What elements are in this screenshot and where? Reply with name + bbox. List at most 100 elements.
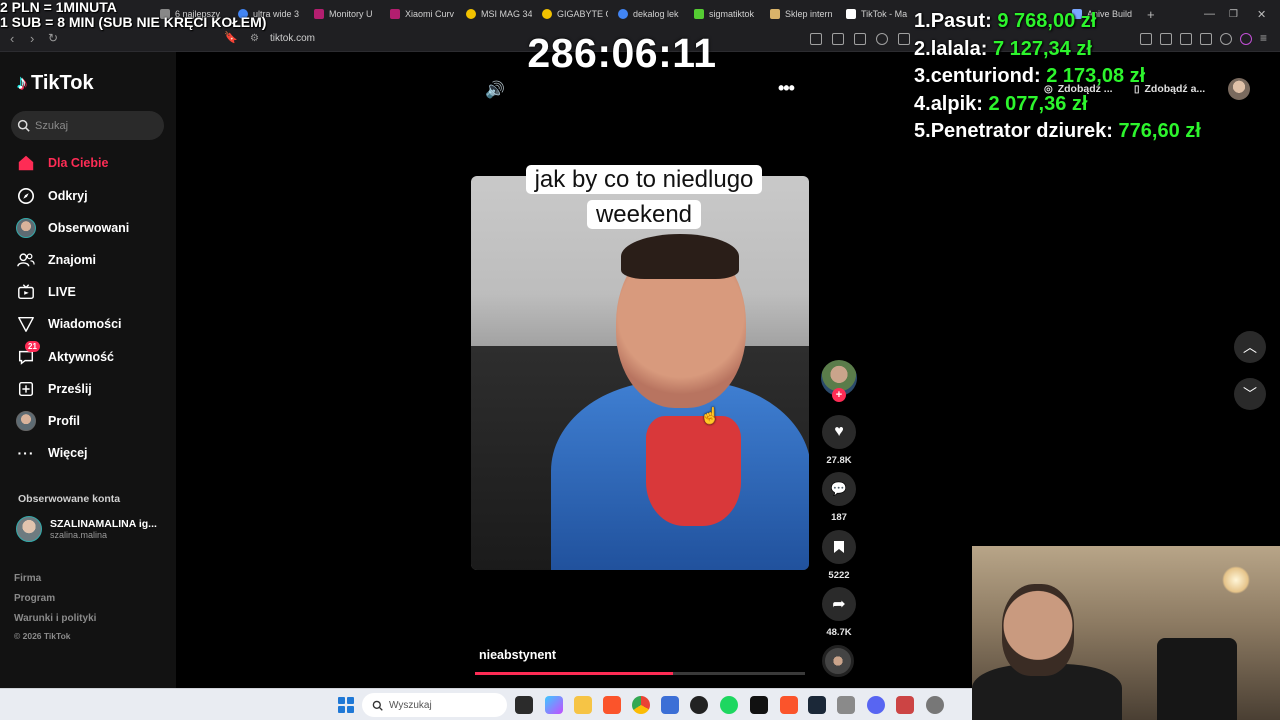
bookmark-icon[interactable] [822,530,856,564]
tiktok-logo[interactable]: ♪ TikTok [17,72,94,95]
app-icon[interactable] [750,696,768,714]
shield-icon[interactable] [1220,33,1232,45]
lb-name: centuriond: [930,65,1041,87]
back-icon[interactable]: ‹ [10,31,14,46]
lb-name: Penetrator dziurek: [930,120,1113,142]
spotify-icon[interactable] [720,696,738,714]
comment-action[interactable]: 💬 187 [820,472,858,523]
nav-item-profil[interactable]: Profil [16,409,80,433]
share-arrow-icon[interactable]: ➦ [822,587,856,621]
file-explorer-icon[interactable] [574,696,592,714]
friends-icon [16,250,36,270]
taskbar-search-placeholder: Wyszukaj [389,699,432,711]
footer-link-program[interactable]: Program [14,593,55,604]
forward-icon[interactable]: › [30,31,34,46]
followed-account[interactable]: SZALINAMALINA ig... szalina.malina [16,516,157,542]
obs-icon[interactable] [690,696,708,714]
browser-tab[interactable]: Xiaomi Curv [390,4,456,24]
copilot-icon[interactable] [545,696,563,714]
store-icon[interactable] [661,696,679,714]
previous-video-button[interactable]: ︿ [1234,331,1266,363]
browser-tab[interactable]: MSI MAG 34 [466,4,532,24]
follow-plus-button[interactable]: + [832,388,846,402]
share-icon[interactable] [898,33,910,45]
tab-favicon [618,9,628,19]
cast-icon[interactable] [854,33,866,45]
chevron-up-icon: ︿ [1243,339,1257,355]
site-info-icon[interactable]: ⚙ [250,33,259,44]
browser-tab[interactable]: Monitory U [314,4,380,24]
notification-badge: 21 [25,341,40,352]
bookmark-icon[interactable]: 🔖 [224,31,238,44]
heart-icon[interactable]: ♥ [822,415,856,449]
search-icon [372,700,383,711]
browser-tab[interactable]: sigmatiktok [694,4,760,24]
extensions-icon[interactable] [1200,33,1212,45]
discord-icon[interactable] [867,696,885,714]
nav-item-dla-ciebie[interactable]: Dla Ciebie [16,151,108,175]
browser-tab[interactable]: GIGABYTE G [542,4,608,24]
profile-icon[interactable] [1240,33,1252,45]
nav-item-przeslij[interactable]: Prześlij [16,377,92,401]
nav-label: Znajomi [48,253,96,267]
nav-item-live[interactable]: LIVE [16,280,76,304]
footer-link-firma[interactable]: Firma [14,573,41,584]
lb-amount: 7 127,34 zł [992,37,1092,60]
tab-favicon [846,9,856,19]
browser-tab[interactable]: Sklep intern [770,4,836,24]
video-player[interactable] [471,176,809,570]
browser-tab[interactable]: TikTok - Ma [846,4,912,24]
search-input[interactable] [35,119,155,132]
nav-item-obserwowani[interactable]: Obserwowani [16,216,129,240]
leaderboard-row: 5.Penetrator dziurek: 776,60 zł [914,118,1201,146]
url-field[interactable]: tiktok.com [270,33,315,44]
next-video-button[interactable]: ﹀ [1234,378,1266,410]
volume-icon[interactable]: 🔊 [485,80,505,100]
zoom-icon[interactable] [876,33,888,45]
comment-icon[interactable]: 💬 [822,472,856,506]
translate-icon[interactable] [832,33,844,45]
webcam-chair [1157,638,1237,720]
search-box[interactable] [11,111,164,140]
like-action[interactable]: ♥ 27.8K [820,415,858,466]
tab-label: Sklep intern [785,9,833,19]
menu-icon[interactable]: ≡ [1260,31,1272,45]
nav-label: Prześlij [48,382,92,396]
brave-icon[interactable] [603,696,621,714]
share-action[interactable]: ➦ 48.7K [820,587,858,638]
taskbar-search[interactable]: Wyszukaj [362,693,507,717]
live-icon [16,282,36,302]
steam-icon[interactable] [808,696,826,714]
user-avatar[interactable] [1228,78,1250,100]
hand-cursor-icon: ☝ [700,408,720,425]
copyright: © 2026 TikTok [14,631,71,641]
footer-link-terms[interactable]: Warunki i polityki [14,613,96,624]
tab-favicon [542,9,552,19]
settings-icon[interactable] [926,696,944,714]
save-action[interactable]: 5222 [820,530,858,581]
windows-start-icon[interactable] [338,697,354,713]
subathon-timer: 286:06:11 [527,30,717,76]
nav-item-wiecej[interactable]: ··· Więcej [16,441,88,465]
calculator-icon[interactable] [837,696,855,714]
more-options-icon[interactable]: ••• [778,78,795,99]
reload-icon[interactable]: ↻ [48,31,58,45]
share-count: 48.7K [826,627,852,638]
task-view-icon[interactable] [515,696,533,714]
extension-icon[interactable] [810,33,822,45]
close-window-icon[interactable]: ✕ [1257,4,1266,24]
lb-amount: 2 077,36 zł [988,92,1088,115]
music-disc-icon[interactable] [822,645,854,677]
chrome-icon[interactable] [632,696,650,714]
nav-item-odkryj[interactable]: Odkryj [16,184,88,208]
browser-tab[interactable]: dekalog lek [618,4,684,24]
video-author[interactable]: nieabstynent [479,648,556,662]
nav-item-wiadomosci[interactable]: Wiadomości [16,312,122,336]
maximize-icon[interactable]: ❐ [1229,4,1238,24]
nav-item-aktywnosc[interactable]: 21 Aktywność [16,341,114,369]
streaming-app-icon[interactable] [896,696,914,714]
nav-item-znajomi[interactable]: Znajomi [16,248,96,272]
brave-window-icon[interactable] [780,696,798,714]
minimize-icon[interactable]: — [1204,4,1215,24]
lb-amount: 9 768,00 zł [997,10,1097,32]
